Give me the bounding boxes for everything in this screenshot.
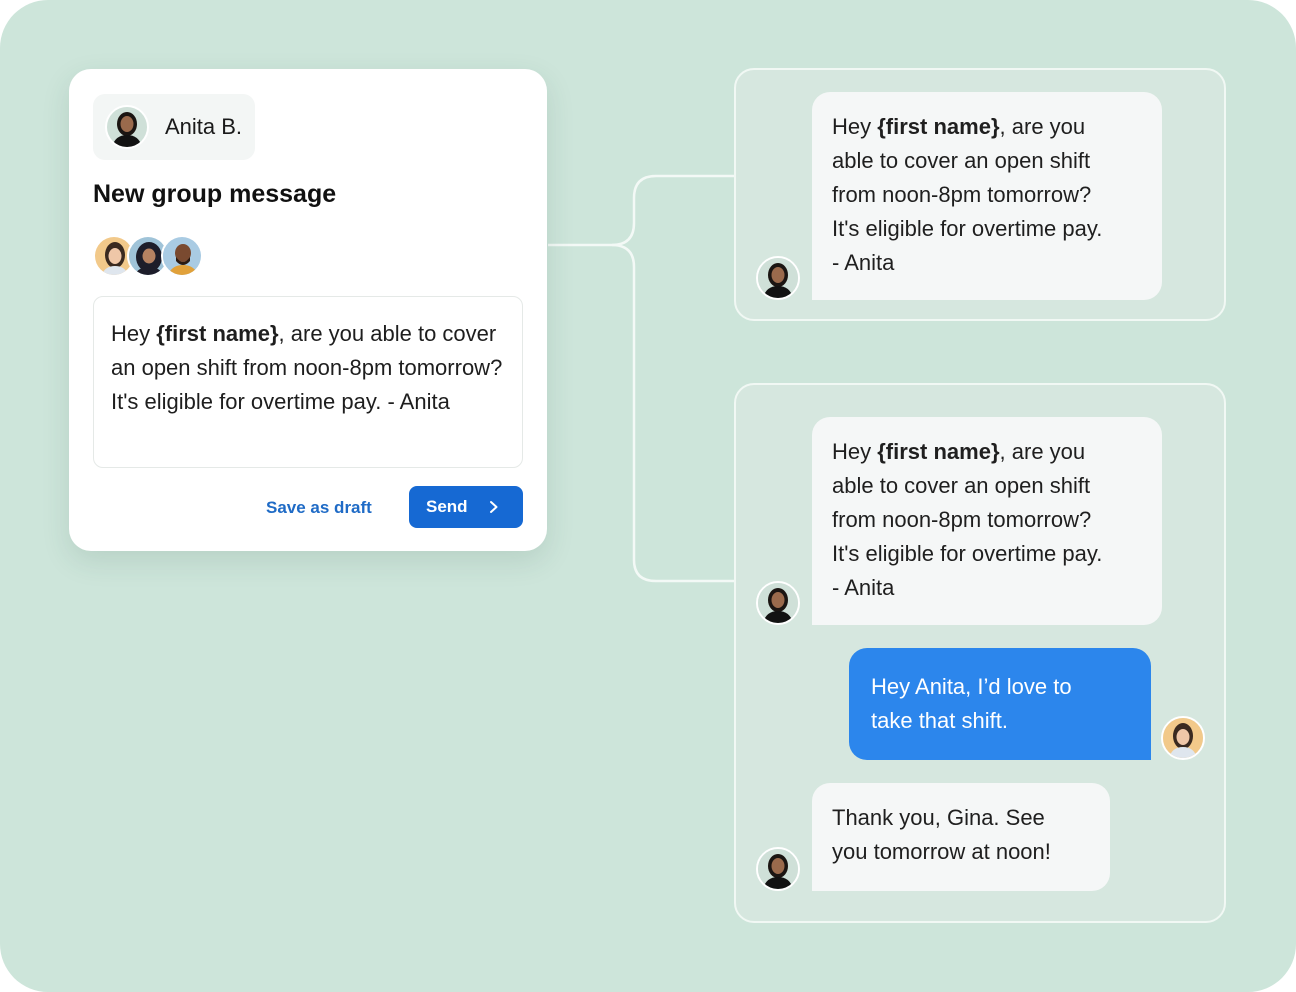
message-line: from noon-8pm tomorrow?	[832, 507, 1092, 532]
avatar-anita	[756, 256, 800, 300]
message-line: It's eligible for overtime pay.	[832, 541, 1103, 566]
message-line: able to cover an open shift	[832, 473, 1091, 498]
message-line: Hey Anita, I’d love to	[871, 674, 1072, 699]
message-prefix: Hey	[111, 321, 157, 346]
sender-chip[interactable]: Anita B.	[93, 94, 255, 160]
message-line: It's eligible for overtime pay.	[832, 216, 1103, 241]
composer-title: New group message	[93, 180, 337, 208]
group-message-composer: Anita B. New group message Hey {first na…	[69, 69, 547, 551]
canvas: Anita B. New group message Hey {first na…	[0, 0, 1296, 992]
message-bubble-incoming: Hey {first name}, are you able to cover …	[812, 92, 1162, 300]
first-name-token: {first name}	[877, 114, 1000, 139]
message-bubble-outgoing: Hey Anita, I’d love to take that shift.	[849, 648, 1151, 760]
message-bubble-incoming: Thank you, Gina. See you tomorrow at noo…	[812, 783, 1110, 891]
chevron-right-icon	[489, 501, 498, 513]
conversation-panel-2: Hey {first name}, are you able to cover …	[734, 383, 1226, 923]
conversation-panel-1: Hey {first name}, are you able to cover …	[734, 68, 1226, 321]
message-line: Hey {first name}, are you	[832, 114, 1086, 139]
avatar-anita	[756, 847, 800, 891]
message-input[interactable]: Hey {first name}, are you able to cover …	[93, 296, 523, 468]
avatar-gina	[1161, 716, 1205, 760]
sender-name: Anita B.	[165, 114, 243, 139]
save-draft-button[interactable]: Save as draft	[266, 487, 372, 529]
avatar-recipient-3	[161, 235, 203, 277]
message-line: - Anita	[832, 250, 895, 275]
message-line: Hey {first name}, are you	[832, 439, 1086, 464]
avatar-anita	[756, 581, 800, 625]
first-name-token: {first name}	[156, 321, 279, 346]
avatar-anita	[105, 105, 149, 149]
message-line: able to cover an open shift	[832, 148, 1091, 173]
message-line: take that shift.	[871, 708, 1008, 733]
recipient-avatars[interactable]	[93, 235, 213, 279]
message-line: you tomorrow at noon!	[832, 839, 1051, 864]
send-label: Send	[426, 497, 468, 516]
first-name-token: {first name}	[877, 439, 1000, 464]
message-line: from noon-8pm tomorrow?	[832, 182, 1092, 207]
send-button[interactable]: Send	[409, 486, 523, 528]
message-line: Thank you, Gina. See	[832, 805, 1045, 830]
message-line: - Anita	[832, 575, 895, 600]
message-bubble-incoming: Hey {first name}, are you able to cover …	[812, 417, 1162, 625]
